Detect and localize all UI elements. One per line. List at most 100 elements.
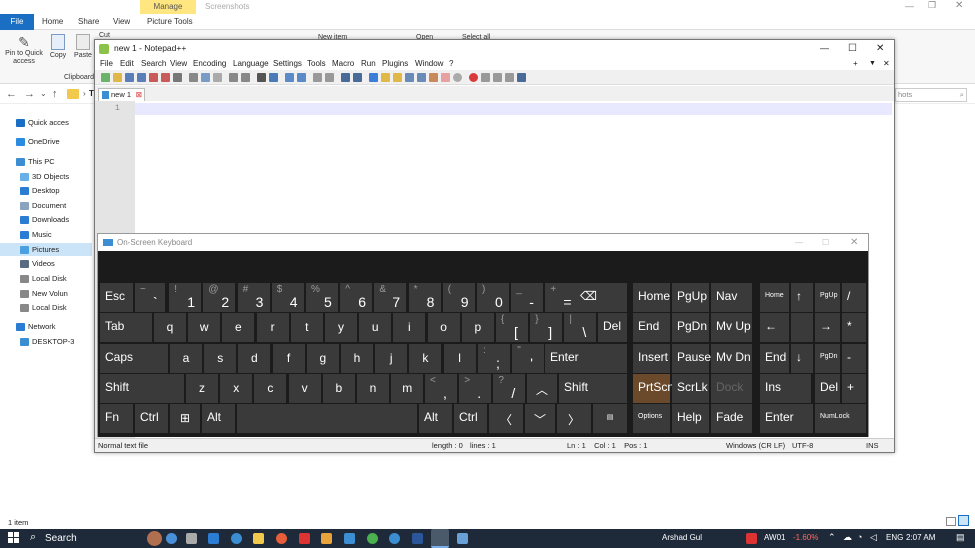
key-3[interactable]: #3	[237, 283, 270, 312]
tab-picture-tools[interactable]: Picture Tools	[147, 14, 193, 30]
key-1[interactable]: ! 1	[169, 283, 202, 312]
maximize-icon[interactable]: ☐	[848, 40, 857, 57]
key-fade[interactable]: Fade	[711, 404, 752, 433]
key-np-up[interactable]: ↑	[791, 283, 813, 312]
search-input[interactable]: hots ⌕	[895, 88, 967, 102]
key-y[interactable]: y	[325, 313, 357, 342]
key-e[interactable]: e	[222, 313, 255, 342]
key-tab[interactable]: Tab	[100, 313, 152, 342]
key-n[interactable]: n	[357, 374, 389, 403]
youtube-icon[interactable]	[299, 533, 310, 544]
lang-icon[interactable]	[381, 73, 390, 82]
key-i[interactable]: i	[393, 313, 426, 342]
menu-language[interactable]: Language	[233, 57, 269, 70]
nav-item-desktop[interactable]: Desktop	[20, 184, 60, 197]
key-dock[interactable]: Dock	[711, 374, 752, 403]
key-ctrl-right[interactable]: Ctrl	[454, 404, 487, 433]
up-arrow-icon[interactable]: ↑	[52, 88, 58, 100]
word-icon[interactable]	[412, 533, 423, 544]
menu-plugins[interactable]: Plugins	[382, 57, 408, 70]
key-fn[interactable]: Fn	[100, 404, 133, 433]
replace-icon[interactable]	[269, 73, 278, 82]
key-numlock[interactable]: NumLock	[815, 404, 866, 433]
key-z[interactable]: z	[186, 374, 218, 403]
windows-start-icon[interactable]	[8, 532, 20, 544]
taskbar-search[interactable]: Search	[45, 533, 77, 544]
find-icon[interactable]	[257, 73, 266, 82]
key-np-ins[interactable]: Ins	[760, 374, 811, 403]
key-options[interactable]: Options	[633, 404, 670, 433]
key-pause[interactable]: Pause	[672, 344, 711, 373]
key-np-down[interactable]: ↓	[791, 344, 813, 373]
nav-item-desktop-pc[interactable]: DESKTOP-3	[20, 335, 74, 348]
menu-window[interactable]: Window	[415, 57, 443, 70]
key-end[interactable]: End	[633, 313, 670, 342]
key-6[interactable]: ^ 6	[340, 283, 373, 312]
dropdown-icon[interactable]: ▼	[869, 57, 876, 70]
network-icon[interactable]: ☁	[843, 532, 852, 543]
key-2[interactable]: @2	[203, 283, 236, 312]
blue-app-icon[interactable]	[389, 533, 400, 544]
nav-item-pictures[interactable]: Pictures	[20, 243, 59, 256]
tab-home[interactable]: Home	[42, 14, 63, 30]
circle-icon[interactable]	[453, 73, 462, 82]
key-punct-0[interactable]: :;	[478, 344, 510, 373]
plus-icon[interactable]: +	[853, 57, 858, 70]
key-h[interactable]: h	[341, 344, 373, 373]
paste-icon[interactable]	[213, 73, 222, 82]
close-all-icon[interactable]	[161, 73, 170, 82]
manage-tab[interactable]: Manage	[140, 0, 196, 14]
key-shift-left[interactable]: Shift	[100, 374, 184, 403]
minimize-icon[interactable]: —	[905, 1, 914, 11]
key-ctrl-left[interactable]: Ctrl	[135, 404, 168, 433]
menu-search[interactable]: Search	[141, 57, 166, 70]
key-alt-left[interactable]: Alt	[202, 404, 235, 433]
key-np-home[interactable]: Home	[760, 283, 789, 312]
key-q[interactable]: q	[154, 313, 186, 342]
doc-map-icon[interactable]	[393, 73, 402, 82]
key-k[interactable]: k	[409, 344, 442, 373]
key-p[interactable]: p	[461, 313, 494, 342]
notepad-taskbar-icon[interactable]	[431, 529, 449, 548]
nav-item-videos[interactable]: Videos	[20, 257, 55, 270]
macro-icon[interactable]	[441, 73, 450, 82]
key-np-del[interactable]: Del	[815, 374, 840, 403]
edge-icon[interactable]	[231, 533, 242, 544]
key-a[interactable]: a	[170, 344, 202, 373]
key-8[interactable]: * 8	[408, 283, 441, 312]
mail-icon[interactable]	[344, 533, 355, 544]
key-l[interactable]: l	[443, 344, 476, 373]
close-icon[interactable]: ✕	[955, 0, 963, 11]
minimize-icon[interactable]: —	[795, 234, 803, 251]
nav-item-quick-access[interactable]: Quick acces	[16, 116, 69, 129]
cut-icon[interactable]	[189, 73, 198, 82]
key-np-right[interactable]: →	[815, 313, 840, 342]
key-pgdn[interactable]: PgDn	[672, 313, 709, 342]
close-icon[interactable]: ✕	[850, 234, 858, 251]
key-f[interactable]: f	[272, 344, 305, 373]
key-r[interactable]: r	[256, 313, 289, 342]
key-bracket-1[interactable]: }]	[530, 313, 563, 342]
record-icon[interactable]	[469, 73, 478, 82]
key-insert[interactable]: Insert	[633, 344, 670, 373]
volume-icon[interactable]: ◁	[870, 532, 877, 543]
close-file-icon[interactable]	[149, 73, 158, 82]
key-space[interactable]	[237, 404, 417, 433]
task-view-icon[interactable]	[186, 533, 197, 544]
key-mvup[interactable]: Mv Up	[711, 313, 752, 342]
nav-item-new-volume[interactable]: New Volun	[20, 287, 68, 300]
close-tab-icon[interactable]: ⊠	[136, 89, 142, 101]
play-icon[interactable]	[493, 73, 502, 82]
key-np-plus[interactable]: +	[842, 374, 866, 403]
zoom-in-icon[interactable]	[285, 73, 294, 82]
nav-item-3d-objects[interactable]: 3D Objects	[20, 170, 69, 183]
nav-item-onedrive[interactable]: OneDrive	[16, 135, 60, 148]
zoom-out-icon[interactable]	[297, 73, 306, 82]
forward-arrow-icon[interactable]: →	[24, 88, 35, 100]
key-np-minus[interactable]: -	[842, 344, 866, 373]
menu-tools[interactable]: Tools	[307, 57, 326, 70]
sync-h-icon[interactable]	[325, 73, 334, 82]
key-backspace[interactable]: ⌫	[575, 283, 627, 312]
view-toggle[interactable]	[946, 515, 969, 528]
key-o[interactable]: o	[427, 313, 460, 342]
